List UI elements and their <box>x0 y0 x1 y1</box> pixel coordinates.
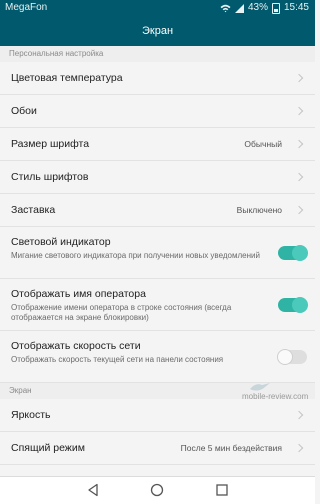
setting-screensaver[interactable]: Заставка Выключено <box>0 194 315 227</box>
setting-label: Световой индикатор <box>11 236 111 248</box>
recents-icon[interactable] <box>215 483 229 502</box>
carrier-name: MegaFon <box>5 2 48 13</box>
chevron-right-icon <box>294 443 304 453</box>
setting-value: Обычный <box>244 139 282 149</box>
status-bar: MegaFon 43% 15:45 <box>0 0 315 16</box>
setting-wallpaper[interactable]: Обои <box>0 95 315 128</box>
back-icon[interactable] <box>86 483 100 502</box>
battery-icon <box>271 2 280 14</box>
wifi-icon <box>220 4 231 13</box>
setting-font-style[interactable]: Стиль шрифтов <box>0 161 315 194</box>
setting-brightness[interactable]: Яркость <box>0 399 315 432</box>
chevron-right-icon <box>294 410 304 420</box>
setting-font-size[interactable]: Размер шрифта Обычный <box>0 128 315 161</box>
setting-label: Яркость <box>11 409 51 421</box>
setting-description: Отображение имени оператора в строке сос… <box>11 303 232 322</box>
setting-value: Выключено <box>236 205 282 215</box>
setting-value: После 5 мин бездействия <box>180 443 282 453</box>
setting-color-temperature[interactable]: Цветовая температура <box>0 62 315 95</box>
chevron-right-icon <box>294 172 304 182</box>
setting-label: Отображать скорость сети <box>11 340 141 352</box>
setting-label: Отображать имя оператора <box>11 288 146 300</box>
toggle-knob <box>292 297 308 313</box>
setting-label: Цветовая температура <box>11 72 123 84</box>
setting-show-operator-name[interactable]: Отображать имя оператора Отображение име… <box>0 279 315 331</box>
setting-notification-light[interactable]: Световой индикатор Мигание светового инд… <box>0 227 315 279</box>
clock: 15:45 <box>283 2 309 13</box>
battery-percent: 43% <box>247 2 268 13</box>
toggle-knob <box>277 349 293 365</box>
operator-name-toggle[interactable] <box>278 297 308 313</box>
network-speed-toggle[interactable] <box>277 349 307 365</box>
setting-description: Отображать скорость текущей сети на пане… <box>11 355 224 364</box>
setting-label: Спящий режим <box>11 442 85 454</box>
chevron-right-icon <box>294 73 304 83</box>
setting-show-network-speed[interactable]: Отображать скорость сети Отображать скор… <box>0 331 315 383</box>
setting-label: Обои <box>11 105 37 117</box>
chevron-right-icon <box>294 106 304 116</box>
watermark: mobile-review.com <box>242 392 309 401</box>
setting-label: Заставка <box>11 204 56 216</box>
notification-light-toggle[interactable] <box>278 245 308 261</box>
setting-description: Мигание светового индикатора при получен… <box>11 251 260 260</box>
settings-list: Персональная настройка Цветовая температ… <box>0 46 315 476</box>
page-title: Экран <box>0 16 315 46</box>
navigation-bar <box>0 476 315 504</box>
chevron-right-icon <box>294 139 304 149</box>
setting-label: Размер шрифта <box>11 138 90 150</box>
section-header-personal: Персональная настройка <box>0 46 315 62</box>
chevron-right-icon <box>294 205 304 215</box>
signal-icon <box>234 3 244 13</box>
toggle-knob <box>292 245 308 261</box>
setting-label: Стиль шрифтов <box>11 171 89 183</box>
home-icon[interactable] <box>150 483 164 502</box>
setting-sleep[interactable]: Спящий режим После 5 мин бездействия <box>0 432 315 465</box>
